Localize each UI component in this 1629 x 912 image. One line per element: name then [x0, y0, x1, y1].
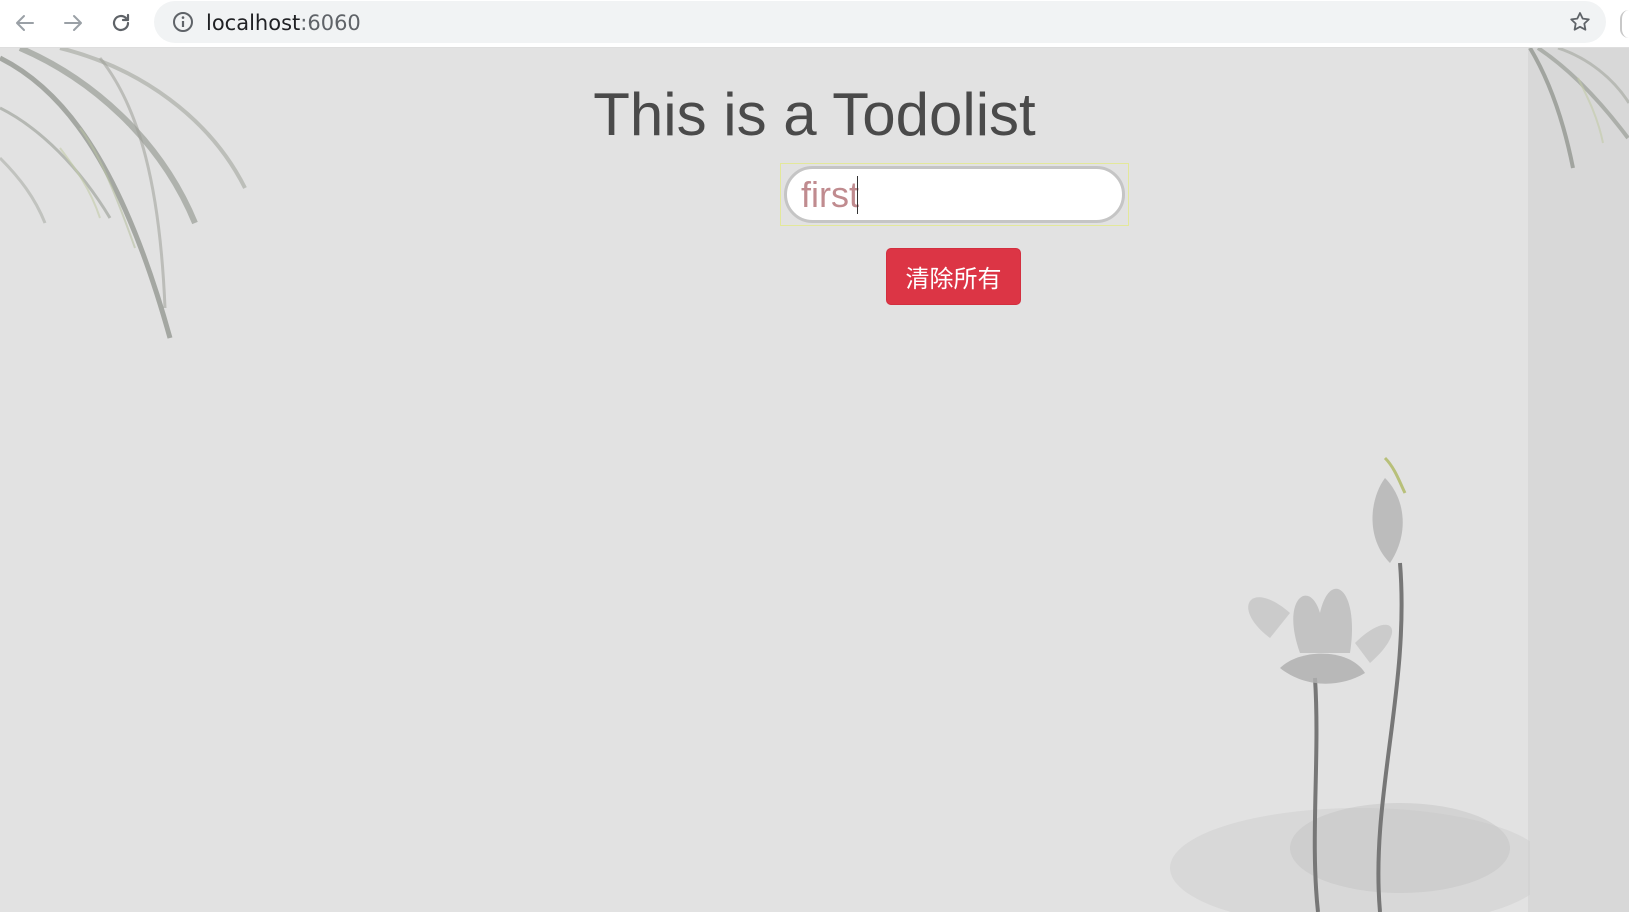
star-icon[interactable]	[1568, 10, 1592, 34]
page-title: This is a Todolist	[593, 81, 1036, 148]
forward-arrow-icon	[64, 15, 82, 31]
reload-icon	[112, 13, 130, 32]
todo-input[interactable]	[784, 166, 1125, 223]
address-bar[interactable]: localhost:6060	[154, 1, 1606, 43]
right-decoration-panel	[1528, 48, 1629, 912]
back-arrow-icon	[16, 15, 34, 31]
text-caret	[857, 176, 858, 214]
info-icon[interactable]	[172, 11, 194, 33]
url-port: :6060	[300, 11, 361, 35]
page-content: This is a Todolist 清除所有	[0, 48, 1629, 912]
window-edge	[1620, 10, 1629, 38]
url-text[interactable]: localhost:6060	[206, 11, 361, 35]
url-host: localhost	[206, 11, 301, 35]
browser-toolbar: localhost:6060	[0, 0, 1629, 48]
clear-all-button[interactable]: 清除所有	[886, 248, 1021, 305]
forward-button[interactable]	[56, 6, 90, 40]
back-button[interactable]	[8, 6, 42, 40]
lotus-decoration	[1170, 456, 1530, 912]
reload-button[interactable]	[104, 6, 138, 40]
